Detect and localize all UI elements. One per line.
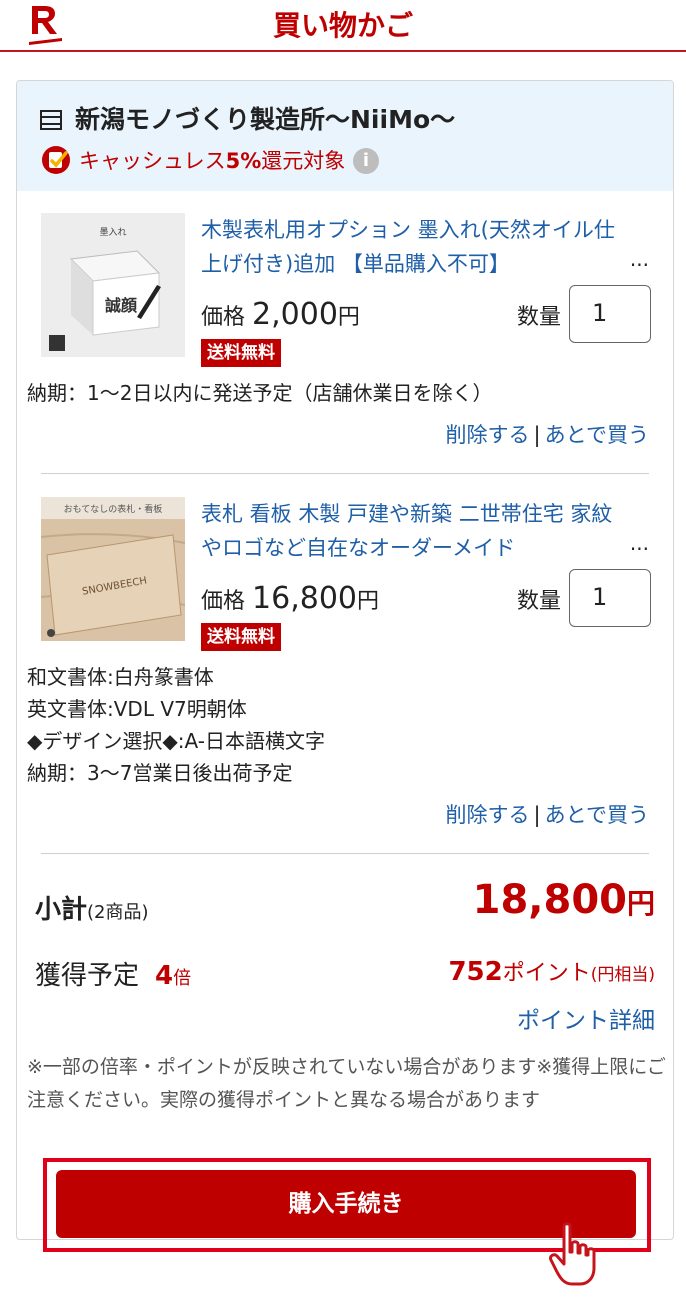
points-earned-label: 獲得予定 4倍	[35, 961, 192, 991]
quantity-label: 数量	[517, 589, 562, 614]
cart-card: 新潟モノづくり製造所〜NiiMo〜 キャッシュレス5%還元対象 i 墨入れ 誠顔…	[16, 80, 674, 1240]
price: 価格 2,000円	[201, 297, 360, 332]
title-ellipsis: ...	[629, 247, 649, 271]
save-for-later-link[interactable]: あとで買う	[545, 423, 649, 447]
subtotal-amount: 18,800	[472, 877, 627, 923]
cashless-label: キャッシュレス5%還元対象	[79, 149, 346, 173]
option-english-font: 英文書体:VDL V7明朝体	[27, 697, 247, 721]
points-earned-value: 752ポイント(円相当)	[448, 957, 655, 987]
points-notice: ※一部の倍率・ポイントが反映されていない場合があります※獲得上限にご注意ください…	[27, 1056, 666, 1111]
delete-link[interactable]: 削除する	[446, 803, 530, 827]
option-design: ◆デザイン選択◆:A-日本語横文字	[27, 729, 325, 753]
divider	[41, 473, 649, 474]
divider	[41, 853, 649, 854]
hand-pointer-icon	[549, 1222, 596, 1286]
product-image[interactable]: おもてなしの表札・看板 SNOWBEECH	[41, 497, 185, 641]
quantity-input[interactable]: 1	[569, 285, 651, 343]
action-separator: |	[533, 423, 541, 447]
page-title: 買い物かご	[272, 9, 413, 42]
title-ellipsis: ...	[629, 531, 649, 555]
item-actions: 削除する | あとで買う	[446, 419, 649, 449]
points-detail-link[interactable]: ポイント詳細	[517, 1001, 655, 1035]
quantity-label: 数量	[517, 305, 562, 330]
thumb-caption: おもてなしの表札・看板	[64, 503, 163, 515]
info-icon[interactable]: i	[353, 148, 379, 174]
product-title-link[interactable]: 木製表札用オプション 墨入れ(天然オイル仕上げ付き)追加 【単品購入不可】	[201, 213, 621, 281]
free-shipping-badge: 送料無料	[201, 623, 281, 651]
subtotal-value: 18,800円	[472, 877, 655, 923]
shop-header: 新潟モノづくり製造所〜NiiMo〜 キャッシュレス5%還元対象 i	[17, 81, 673, 191]
product-image[interactable]: 墨入れ 誠顔	[41, 213, 185, 357]
shop-name-link[interactable]: 新潟モノづくり製造所〜NiiMo〜	[75, 100, 455, 136]
quantity-input[interactable]: 1	[569, 569, 651, 627]
option-japanese-font: 和文書体:白舟篆書体	[27, 665, 214, 689]
free-shipping-badge: 送料無料	[201, 339, 281, 367]
action-separator: |	[533, 803, 541, 827]
thumb-caption: 墨入れ	[99, 227, 126, 238]
app-header: 買い物かご	[0, 0, 686, 52]
cashless-check-icon	[42, 146, 70, 174]
delete-link[interactable]: 削除する	[446, 423, 530, 447]
price: 価格 16,800円	[201, 581, 380, 616]
delivery-info: 納期：1〜2日以内に発送予定（店舗休業日を除く）	[27, 381, 493, 405]
item-actions: 削除する | あとで買う	[446, 799, 649, 829]
thumb-text: 誠顔	[105, 296, 138, 315]
product-title-link[interactable]: 表札 看板 木製 戸建や新築 二世帯住宅 家紋やロゴなど自在なオーダーメイド	[201, 497, 621, 565]
shop-icon	[40, 110, 62, 130]
subtotal-label: 小計(2商品)	[35, 895, 149, 925]
save-for-later-link[interactable]: あとで買う	[545, 803, 649, 827]
delivery-info: 納期：3〜7営業日後出荷予定	[27, 761, 293, 785]
